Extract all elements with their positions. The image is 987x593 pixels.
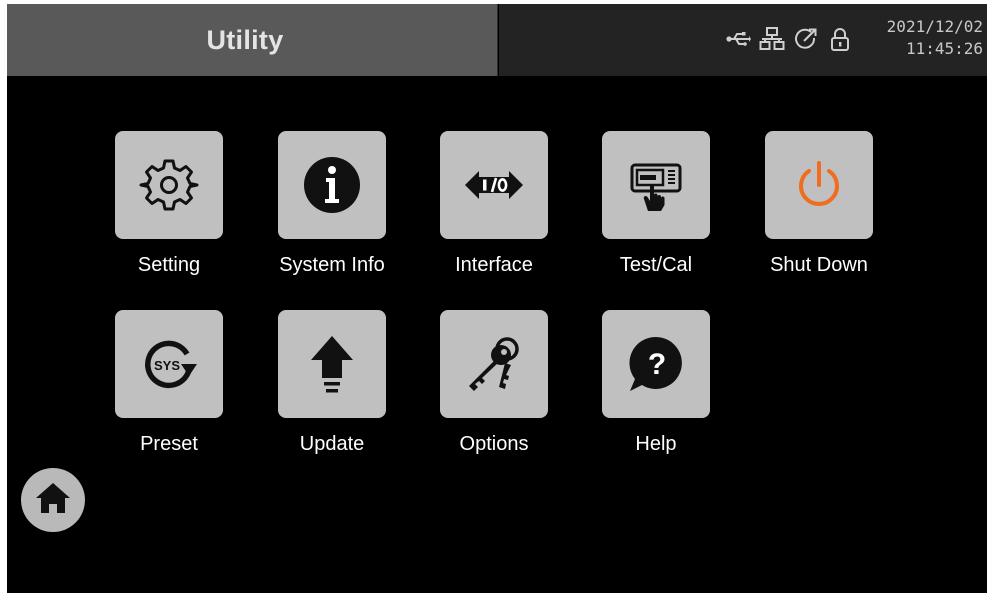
sys-preset-icon: SYS xyxy=(137,332,201,396)
gear-icon xyxy=(139,155,199,215)
setting-button[interactable] xyxy=(115,131,223,239)
setting-label: Setting xyxy=(137,254,201,276)
interface-button[interactable] xyxy=(440,131,548,239)
system-info-label: System Info xyxy=(279,254,385,276)
help-button[interactable]: ? xyxy=(602,310,710,418)
interface-label: Interface xyxy=(455,254,533,276)
svg-text:?: ? xyxy=(648,348,666,381)
test-cal-label: Test/Cal xyxy=(619,254,693,276)
utility-menu-grid: Setting System Info Interface Test/Cal S… xyxy=(7,4,987,593)
home-button[interactable] xyxy=(21,468,85,532)
shut-down-button[interactable] xyxy=(765,131,873,239)
touch-panel-icon xyxy=(626,155,686,215)
info-icon xyxy=(300,153,364,217)
update-label: Update xyxy=(299,433,365,455)
test-cal-button[interactable] xyxy=(602,131,710,239)
keys-icon xyxy=(461,331,527,397)
home-icon xyxy=(34,480,72,521)
options-button[interactable] xyxy=(440,310,548,418)
preset-label: Preset xyxy=(140,433,198,455)
svg-text:SYS: SYS xyxy=(154,358,180,373)
io-arrows-icon xyxy=(463,165,525,205)
help-bubble-icon: ? xyxy=(625,333,687,395)
power-icon xyxy=(791,157,847,213)
update-button[interactable] xyxy=(278,310,386,418)
preset-button[interactable]: SYS xyxy=(115,310,223,418)
help-label: Help xyxy=(635,433,677,455)
options-label: Options xyxy=(459,433,529,455)
utility-screen: Utility 2021/12/02 11:45:26 Setting Syst… xyxy=(7,4,987,593)
shut-down-label: Shut Down xyxy=(770,254,868,276)
upload-arrow-icon xyxy=(307,332,357,396)
system-info-button[interactable] xyxy=(278,131,386,239)
